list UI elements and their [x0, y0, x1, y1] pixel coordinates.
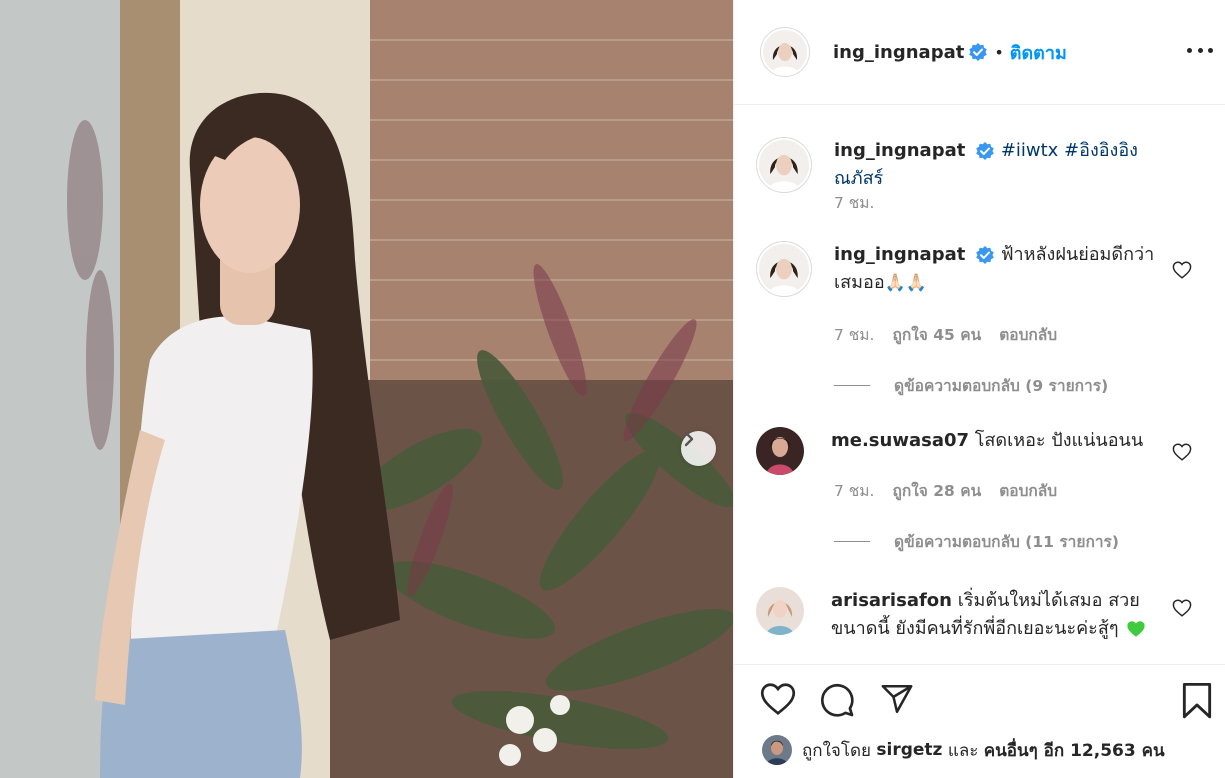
author-avatar-ring[interactable] [760, 27, 810, 77]
verified-badge-icon [976, 246, 994, 264]
comment-username[interactable]: arisarisafon [831, 590, 952, 611]
comment-text: arisarisafon เริ่มต้นใหม่ได้เสมอ สวยขนาด… [831, 587, 1171, 643]
liked-by-others[interactable]: คนอื่นๆ อีก 12,563 คน [984, 737, 1165, 764]
comment-like-count[interactable]: ถูกใจ 28 คน [892, 482, 981, 500]
comment-item: ing_ingnapat ฟ้าหลังฝนย่อมดีกว่าเสมออ🙏🏻🙏… [756, 241, 1186, 297]
caption-time: 7 ชม. [834, 194, 875, 212]
view-replies-label: ดูข้อความตอบกลับ (9 รายการ) [894, 377, 1109, 395]
comment-time: 7 ชม. [834, 482, 875, 500]
comment-meta: 7 ชม. ถูกใจ 45 คน ตอบกลับ [834, 322, 1057, 347]
avatar-image [759, 140, 809, 190]
avatar[interactable] [756, 427, 804, 475]
likes-prefix: ถูกใจโดย [802, 740, 871, 761]
avatar-image [756, 427, 804, 475]
avatar [759, 244, 809, 294]
verified-badge-icon [969, 43, 988, 61]
view-replies-button[interactable]: ดูข้อความตอบกลับ (9 รายการ) [834, 373, 1108, 398]
reply-button[interactable]: ตอบกลับ [999, 326, 1057, 344]
avatar-image [759, 244, 809, 294]
comment-avatar-ring[interactable] [756, 241, 812, 297]
replies-divider [834, 385, 870, 386]
view-replies-button[interactable]: ดูข้อความตอบกลับ (11 รายการ) [834, 529, 1119, 554]
comments-list[interactable]: ing_ingnapat #iiwtx #อิงอิงอิงณภัสร์ 7 ช… [734, 106, 1225, 664]
comment-like-heart-icon[interactable] [1172, 261, 1192, 279]
chevron-right-icon [684, 431, 694, 447]
avatar-image [762, 735, 792, 765]
heart-icon[interactable] [760, 682, 796, 716]
post-side-panel: ing_ingnapat • ติดตาม ing_ingnapat #iiwt… [733, 0, 1225, 778]
comment-text: me.suwasa07 โสดเหอะ ปังแน่นอนน [831, 427, 1171, 475]
caption-avatar-ring[interactable] [756, 137, 812, 193]
avatar-image [756, 587, 804, 635]
comment-text: ing_ingnapat ฟ้าหลังฝนย่อมดีกว่าเสมออ🙏🏻🙏… [834, 241, 1164, 297]
follow-button[interactable]: ติดตาม [1010, 38, 1067, 67]
comment-body: โสดเหอะ ปังแน่นอนน [974, 430, 1144, 451]
post-header: ing_ingnapat • ติดตาม [734, 0, 1225, 105]
comment-icon[interactable] [819, 682, 855, 718]
comment-username[interactable]: me.suwasa07 [831, 430, 969, 451]
bookmark-icon[interactable] [1181, 682, 1213, 720]
caption-username[interactable]: ing_ingnapat [834, 140, 965, 161]
photo-woman-in-white-top [0, 0, 733, 778]
caption: ing_ingnapat #iiwtx #อิงอิงอิงณภัสร์ [756, 137, 1186, 193]
comment-username[interactable]: ing_ingnapat [834, 244, 965, 265]
reply-button[interactable]: ตอบกลับ [999, 482, 1057, 500]
replies-divider [834, 541, 870, 542]
more-options-icon[interactable] [1187, 40, 1213, 60]
verified-badge-icon [976, 142, 994, 160]
comment-item: me.suwasa07 โสดเหอะ ปังแน่นอนน [756, 427, 1186, 475]
avatar-image [763, 30, 807, 74]
avatar[interactable] [756, 587, 804, 635]
avatar [759, 140, 809, 190]
post-actions-bar: ถูกใจโดย sirgetz และ คนอื่นๆ อีก 12,563 … [734, 664, 1225, 778]
folded-hands-emoji: 🙏🏻🙏🏻 [884, 273, 927, 293]
comment-like-heart-icon[interactable] [1172, 599, 1192, 617]
comment-item: arisarisafon เริ่มต้นใหม่ได้เสมอ สวยขนาด… [756, 587, 1186, 643]
avatar [763, 30, 807, 74]
separator-dot: • [994, 42, 1004, 62]
likes-and: และ [947, 740, 979, 761]
comment-time: 7 ชม. [834, 326, 875, 344]
post-photo[interactable] [0, 0, 733, 778]
view-replies-label: ดูข้อความตอบกลับ (11 รายการ) [894, 533, 1119, 551]
green-heart-emoji [1127, 621, 1145, 637]
avatar[interactable] [762, 735, 792, 765]
likes-summary: ถูกใจโดย sirgetz และ คนอื่นๆ อีก 12,563 … [762, 735, 1165, 765]
caption-text: ing_ingnapat #iiwtx #อิงอิงอิงณภัสร์ [834, 137, 1186, 193]
paper-plane-icon[interactable] [879, 682, 915, 716]
comment-like-heart-icon[interactable] [1172, 443, 1192, 461]
comment-like-count[interactable]: ถูกใจ 45 คน [892, 326, 981, 344]
author-username[interactable]: ing_ingnapat [833, 42, 964, 63]
comment-meta: 7 ชม. ถูกใจ 28 คน ตอบกลับ [834, 478, 1057, 503]
next-photo-button[interactable] [681, 431, 716, 466]
liked-by-user[interactable]: sirgetz [876, 740, 942, 760]
